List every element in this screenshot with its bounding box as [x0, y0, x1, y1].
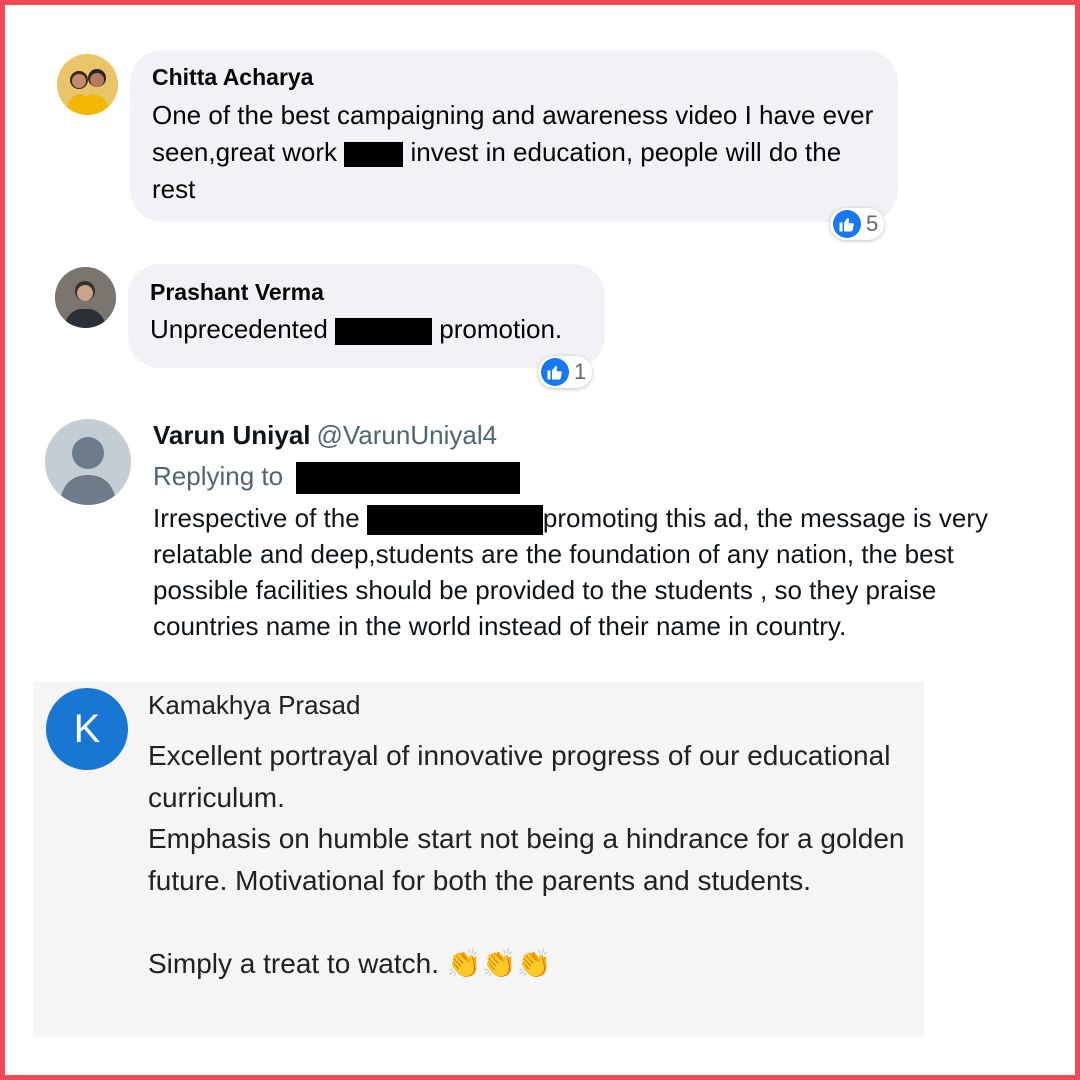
- reaction-count: 1: [574, 359, 587, 384]
- comment-author[interactable]: Kamakhya Prasad: [148, 690, 360, 721]
- comment-text-part: Simply a treat to watch.: [148, 947, 440, 979]
- comment-paragraph: Simply a treat to watch. 👏👏👏: [148, 943, 908, 985]
- comment-text-part: Unprecedented: [150, 314, 328, 344]
- comment-text: Unprecedented promotion.: [150, 312, 583, 346]
- comment-paragraph: Emphasis on humble start not being a hin…: [148, 823, 905, 896]
- avatar-initial: K: [73, 706, 101, 751]
- comment-text-part: promotion.: [439, 314, 563, 344]
- tweet: Varun Uniyal @VarunUniyal4 Replying to Ir…: [153, 420, 1043, 644]
- like-icon: [833, 210, 861, 238]
- replying-to-label: Replying to: [153, 461, 284, 491]
- comment-text: One of the best campaigning and awarenes…: [152, 97, 876, 208]
- redaction-block: [296, 462, 521, 495]
- reaction-summary[interactable]: 1: [538, 356, 593, 388]
- comment-bubble: Prashant Verma Unprecedented promotion.: [128, 264, 605, 368]
- replying-to: Replying to: [153, 461, 1043, 495]
- tweet-text-part: Irrespective of the: [153, 503, 360, 534]
- comment-blank-line: [148, 901, 908, 943]
- comment-paragraph: Excellent portrayal of innovative progre…: [148, 740, 891, 813]
- comment-author[interactable]: Prashant Verma: [150, 279, 583, 306]
- like-icon: [541, 358, 569, 386]
- prashant-verma-avatar[interactable]: [55, 267, 116, 328]
- comment-bubble: Chitta Acharya One of the best campaigni…: [130, 50, 898, 222]
- comment-author[interactable]: Chitta Acharya: [152, 64, 876, 91]
- default-user-icon: [45, 419, 131, 505]
- tweet-handle[interactable]: @VarunUniyal4: [317, 420, 498, 450]
- chitta-acharya-avatar[interactable]: [57, 54, 118, 115]
- profile-photo-icon: [55, 267, 116, 328]
- tweet-author[interactable]: Varun Uniyal: [153, 420, 311, 450]
- profile-photo-icon: [57, 54, 118, 115]
- redaction-block: [335, 317, 433, 345]
- default-profile-avatar[interactable]: [45, 419, 131, 505]
- comment-text: Excellent portrayal of innovative progre…: [148, 735, 908, 984]
- redaction-block: [366, 505, 543, 536]
- tweet-header: Varun Uniyal @VarunUniyal4: [153, 420, 1043, 451]
- redaction-block: [344, 141, 404, 167]
- reaction-count: 5: [866, 211, 879, 236]
- reaction-summary[interactable]: 5: [830, 208, 885, 240]
- clapping-hands-icon: 👏👏👏: [446, 947, 552, 979]
- tweet-text: Irrespective of the promoting this ad, t…: [153, 500, 1043, 644]
- kamakhya-prasad-avatar[interactable]: K: [46, 688, 128, 770]
